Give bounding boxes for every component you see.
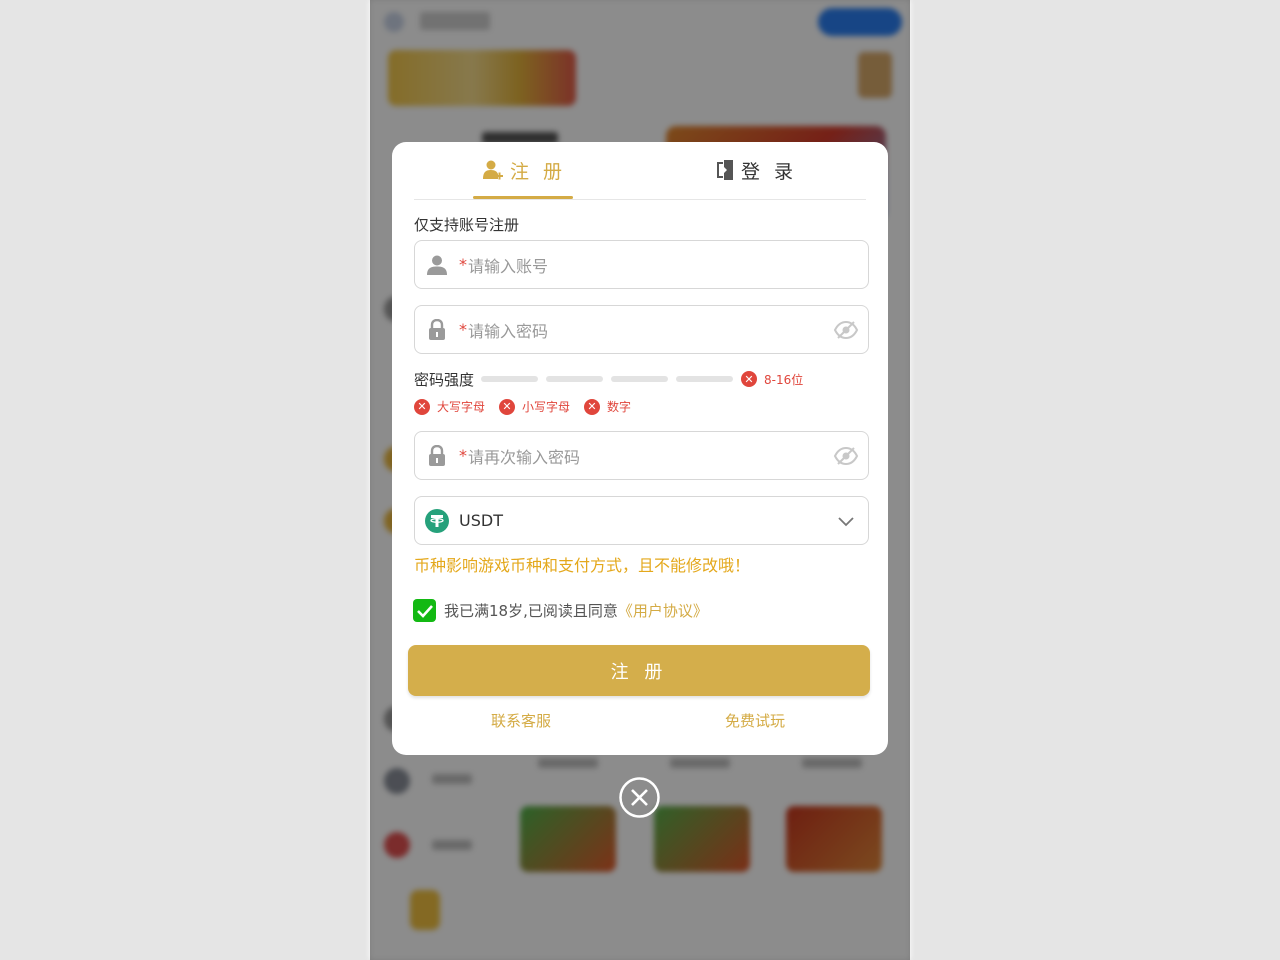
eye-off-icon[interactable] [824,320,868,340]
currency-select[interactable]: USDT [414,496,869,545]
close-icon [619,777,660,818]
confirm-password-placeholder: 请再次输入密码 [468,447,581,467]
auth-tabs: 注 册 登 录 [414,142,866,200]
account-placeholder: 请输入账号 [468,256,549,276]
required-mark: * [459,446,467,465]
requirement-uppercase: ✕ 大写字母 [414,398,485,415]
free-trial-link[interactable]: 免费试玩 [725,710,785,731]
strength-bar [481,376,539,382]
error-x-icon: ✕ [741,371,758,387]
tether-icon [415,508,459,533]
password-requirements: ✕ 大写字母 ✕ 小写字母 ✕ 数字 [414,398,645,415]
strength-bar [611,376,669,382]
agreement-text: 我已满18岁,已阅读且同意 [444,602,618,620]
currency-warning: 币种影响游戏币种和支付方式，且不能修改哦！ [414,556,751,575]
user-icon [415,254,459,276]
password-field[interactable]: * 请输入密码 [414,305,869,354]
error-x-icon: ✕ [499,398,516,415]
tab-register-label: 注 册 [509,160,567,183]
password-strength: 密码强度 ✕ 8-16位 [414,367,874,391]
contact-support-link[interactable]: 联系客服 [491,710,551,731]
strength-bar [676,376,734,382]
tab-register[interactable]: 注 册 [454,142,594,198]
add-user-icon [482,159,504,181]
tab-login[interactable]: 登 录 [686,142,826,198]
length-requirement-text: 8-16位 [764,372,804,387]
active-tab-indicator [473,196,573,199]
requirement-number: ✕ 数字 [584,398,631,415]
lock-icon [415,444,459,467]
account-field[interactable]: * 请输入账号 [414,240,869,289]
error-x-icon: ✕ [584,398,601,415]
length-requirement: ✕ 8-16位 [741,371,803,388]
tab-login-label: 登 录 [740,160,798,183]
lock-icon [415,318,459,341]
strength-bar [546,376,604,382]
register-modal: 注 册 登 录 仅支持账号注册 * 请输入账号 * 请输入密码 密码强度 ✕ 8… [392,142,888,755]
strength-label: 密码强度 [414,370,475,389]
requirement-text: 大写字母 [437,400,486,414]
eye-off-icon[interactable] [824,446,868,466]
confirm-password-field[interactable]: * 请再次输入密码 [414,431,869,480]
user-agreement-link[interactable]: 《用户协议》 [618,600,708,621]
register-submit-button[interactable]: 注 册 [408,645,870,696]
requirement-text: 数字 [607,400,632,414]
requirement-lowercase: ✕ 小写字母 [499,398,570,415]
required-mark: * [459,320,467,339]
close-modal-button[interactable] [619,777,660,818]
requirement-text: 小写字母 [522,400,571,414]
currency-value: USDT [459,511,503,530]
required-mark: * [459,255,467,274]
login-door-icon [715,159,735,181]
password-placeholder: 请输入密码 [468,321,549,341]
agreement-checkbox[interactable] [413,599,436,622]
checkmark-icon [416,604,433,618]
chevron-down-icon [824,515,868,527]
agreement-row: 我已满18岁,已阅读且同意 《用户协议》 [413,599,708,622]
register-note: 仅支持账号注册 [414,216,520,234]
error-x-icon: ✕ [414,398,430,415]
